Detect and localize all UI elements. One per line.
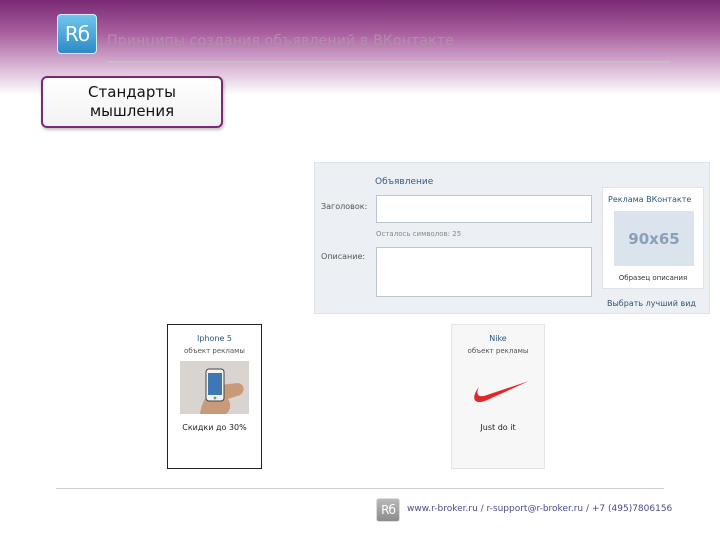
nike-swoosh-logo xyxy=(474,381,529,403)
ad-card-iphone: Iphone 5 объект рекламы Скидки до 30% xyxy=(167,324,262,469)
rb-logo: Rб xyxy=(57,14,97,54)
rb-logo-small-text: Rб xyxy=(381,503,396,517)
preview-image-placeholder: 90x65 xyxy=(614,211,694,266)
choose-best-view-link[interactable]: Выбрать лучший вид xyxy=(607,299,696,308)
ad-preview: Реклама ВКонтакте 90x65 Образец описания xyxy=(602,187,704,289)
header-divider xyxy=(107,61,670,63)
page-title: Принципы создания объявлений в ВКонтакте xyxy=(107,33,455,49)
hand-holding-phone-image xyxy=(180,361,249,414)
preview-title: Реклама ВКонтакте xyxy=(608,195,692,204)
preview-description: Образец описания xyxy=(618,274,688,282)
section-label: Стандарты мышления xyxy=(88,83,176,120)
chars-left-text: Осталось символов: 25 xyxy=(376,230,462,238)
footer-contact: www.r-broker.ru / r-support@r-broker.ru … xyxy=(407,504,673,514)
section-label-box: Стандарты мышления xyxy=(41,76,223,128)
rb-logo-small: Rб xyxy=(376,498,400,522)
ad-title: Nike xyxy=(489,334,507,343)
headline-input[interactable] xyxy=(376,195,592,223)
ad-footer-text: Just do it xyxy=(480,423,516,432)
ad-footer-text: Скидки до 30% xyxy=(182,423,247,432)
headline-label: Заголовок: xyxy=(321,202,368,211)
ad-title: Iphone 5 xyxy=(196,334,233,343)
ad-subtitle: объект рекламы xyxy=(184,347,245,355)
form-title: Объявление xyxy=(375,177,434,187)
ad-card-nike: Nike объект рекламы Just do it xyxy=(451,324,545,469)
description-label: Описание: xyxy=(321,252,366,261)
footer-divider xyxy=(56,488,664,489)
vk-ad-form: Объявление Заголовок: Осталось символов:… xyxy=(314,162,710,314)
rb-logo-text: Rб xyxy=(64,22,90,46)
description-input[interactable] xyxy=(376,247,592,297)
ad-subtitle: объект рекламы xyxy=(467,347,529,355)
